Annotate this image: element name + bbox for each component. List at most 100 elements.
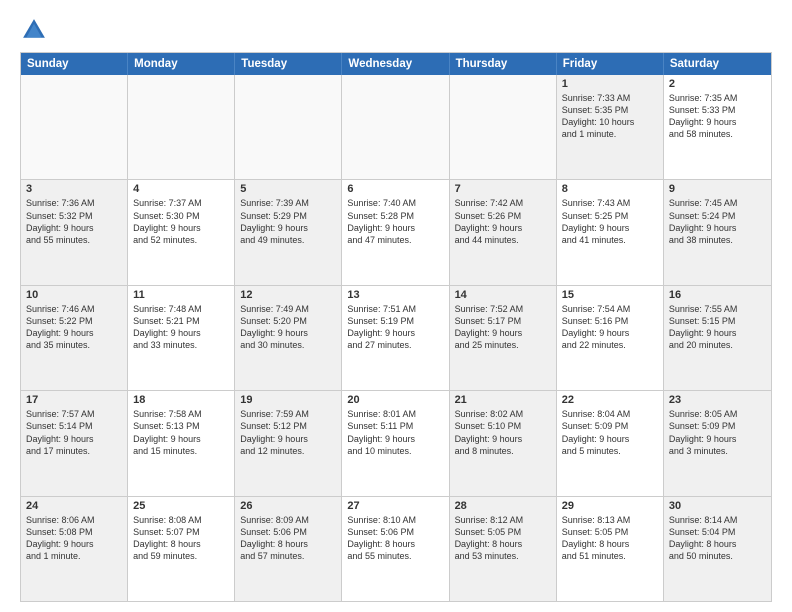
calendar-cell xyxy=(450,75,557,179)
cell-info: Sunrise: 7:52 AM Sunset: 5:17 PM Dayligh… xyxy=(455,303,551,352)
cell-info: Sunrise: 7:57 AM Sunset: 5:14 PM Dayligh… xyxy=(26,408,122,457)
calendar-cell: 29 Sunrise: 8:13 AM Sunset: 5:05 PM Dayli… xyxy=(557,497,664,601)
cell-info: Sunrise: 8:14 AM Sunset: 5:04 PM Dayligh… xyxy=(669,514,766,563)
day-number: 25 xyxy=(133,500,229,512)
calendar-cell: 11 Sunrise: 7:48 AM Sunset: 5:21 PM Dayli… xyxy=(128,286,235,390)
week-row-1: 1Sunrise: 7:33 AM Sunset: 5:35 PM Daylig… xyxy=(21,75,771,180)
day-number: 14 xyxy=(455,289,551,301)
cell-info: Sunrise: 7:42 AM Sunset: 5:26 PM Dayligh… xyxy=(455,197,551,246)
day-number: 20 xyxy=(347,394,443,406)
cell-info: Sunrise: 7:37 AM Sunset: 5:30 PM Dayligh… xyxy=(133,197,229,246)
page: SundayMondayTuesdayWednesdayThursdayFrid… xyxy=(0,0,792,612)
day-number: 10 xyxy=(26,289,122,301)
day-number: 18 xyxy=(133,394,229,406)
cell-info: Sunrise: 8:01 AM Sunset: 5:11 PM Dayligh… xyxy=(347,408,443,457)
calendar-cell: 9 Sunrise: 7:45 AM Sunset: 5:24 PM Daylig… xyxy=(664,180,771,284)
day-number: 4 xyxy=(133,183,229,195)
calendar-cell: 24Sunrise: 8:06 AM Sunset: 5:08 PM Dayli… xyxy=(21,497,128,601)
calendar-cell: 22Sunrise: 8:04 AM Sunset: 5:09 PM Dayli… xyxy=(557,391,664,495)
calendar-cell: 8 Sunrise: 7:43 AM Sunset: 5:25 PM Daylig… xyxy=(557,180,664,284)
week-row-5: 24Sunrise: 8:06 AM Sunset: 5:08 PM Dayli… xyxy=(21,497,771,601)
cell-info: Sunrise: 7:49 AM Sunset: 5:20 PM Dayligh… xyxy=(240,303,336,352)
day-number: 9 xyxy=(669,183,766,195)
cell-info: Sunrise: 7:39 AM Sunset: 5:29 PM Dayligh… xyxy=(240,197,336,246)
day-number: 17 xyxy=(26,394,122,406)
cell-info: Sunrise: 7:51 AM Sunset: 5:19 PM Dayligh… xyxy=(347,303,443,352)
cell-info: Sunrise: 7:35 AM Sunset: 5:33 PM Dayligh… xyxy=(669,92,766,141)
calendar-cell: 21 Sunrise: 8:02 AM Sunset: 5:10 PM Dayli… xyxy=(450,391,557,495)
cell-info: Sunrise: 7:58 AM Sunset: 5:13 PM Dayligh… xyxy=(133,408,229,457)
calendar-cell: 18 Sunrise: 7:58 AM Sunset: 5:13 PM Dayli… xyxy=(128,391,235,495)
calendar-cell: 14 Sunrise: 7:52 AM Sunset: 5:17 PM Dayli… xyxy=(450,286,557,390)
cell-info: Sunrise: 7:43 AM Sunset: 5:25 PM Dayligh… xyxy=(562,197,658,246)
cell-info: Sunrise: 8:09 AM Sunset: 5:06 PM Dayligh… xyxy=(240,514,336,563)
calendar-cell: 30 Sunrise: 8:14 AM Sunset: 5:04 PM Dayli… xyxy=(664,497,771,601)
header-day-saturday: Saturday xyxy=(664,53,771,75)
calendar-cell: 19Sunrise: 7:59 AM Sunset: 5:12 PM Dayli… xyxy=(235,391,342,495)
calendar-cell: 27 Sunrise: 8:10 AM Sunset: 5:06 PM Dayli… xyxy=(342,497,449,601)
calendar-cell: 1Sunrise: 7:33 AM Sunset: 5:35 PM Daylig… xyxy=(557,75,664,179)
day-number: 11 xyxy=(133,289,229,301)
day-number: 26 xyxy=(240,500,336,512)
cell-info: Sunrise: 8:08 AM Sunset: 5:07 PM Dayligh… xyxy=(133,514,229,563)
day-number: 3 xyxy=(26,183,122,195)
calendar-cell: 7 Sunrise: 7:42 AM Sunset: 5:26 PM Daylig… xyxy=(450,180,557,284)
cell-info: Sunrise: 8:05 AM Sunset: 5:09 PM Dayligh… xyxy=(669,408,766,457)
calendar-cell: 20 Sunrise: 8:01 AM Sunset: 5:11 PM Dayli… xyxy=(342,391,449,495)
day-number: 8 xyxy=(562,183,658,195)
day-number: 23 xyxy=(669,394,766,406)
day-number: 21 xyxy=(455,394,551,406)
day-number: 5 xyxy=(240,183,336,195)
calendar-cell: 16 Sunrise: 7:55 AM Sunset: 5:15 PM Dayli… xyxy=(664,286,771,390)
calendar-cell: 2 Sunrise: 7:35 AM Sunset: 5:33 PM Daylig… xyxy=(664,75,771,179)
cell-info: Sunrise: 7:40 AM Sunset: 5:28 PM Dayligh… xyxy=(347,197,443,246)
cell-info: Sunrise: 7:54 AM Sunset: 5:16 PM Dayligh… xyxy=(562,303,658,352)
cell-info: Sunrise: 8:02 AM Sunset: 5:10 PM Dayligh… xyxy=(455,408,551,457)
week-row-3: 10 Sunrise: 7:46 AM Sunset: 5:22 PM Dayli… xyxy=(21,286,771,391)
calendar-cell: 5 Sunrise: 7:39 AM Sunset: 5:29 PM Daylig… xyxy=(235,180,342,284)
calendar-body: 1Sunrise: 7:33 AM Sunset: 5:35 PM Daylig… xyxy=(21,75,771,601)
cell-info: Sunrise: 7:48 AM Sunset: 5:21 PM Dayligh… xyxy=(133,303,229,352)
calendar-cell xyxy=(235,75,342,179)
calendar-cell: 15Sunrise: 7:54 AM Sunset: 5:16 PM Dayli… xyxy=(557,286,664,390)
cell-info: Sunrise: 7:36 AM Sunset: 5:32 PM Dayligh… xyxy=(26,197,122,246)
calendar-cell: 4 Sunrise: 7:37 AM Sunset: 5:30 PM Daylig… xyxy=(128,180,235,284)
cell-info: Sunrise: 7:45 AM Sunset: 5:24 PM Dayligh… xyxy=(669,197,766,246)
day-number: 29 xyxy=(562,500,658,512)
calendar-cell xyxy=(342,75,449,179)
header-day-wednesday: Wednesday xyxy=(342,53,449,75)
header-day-thursday: Thursday xyxy=(450,53,557,75)
day-number: 1 xyxy=(562,78,658,90)
calendar-cell: 28 Sunrise: 8:12 AM Sunset: 5:05 PM Dayli… xyxy=(450,497,557,601)
cell-info: Sunrise: 8:10 AM Sunset: 5:06 PM Dayligh… xyxy=(347,514,443,563)
header-day-sunday: Sunday xyxy=(21,53,128,75)
cell-info: Sunrise: 8:06 AM Sunset: 5:08 PM Dayligh… xyxy=(26,514,122,563)
header xyxy=(20,16,772,44)
calendar-cell: 12Sunrise: 7:49 AM Sunset: 5:20 PM Dayli… xyxy=(235,286,342,390)
calendar-cell: 17 Sunrise: 7:57 AM Sunset: 5:14 PM Dayli… xyxy=(21,391,128,495)
header-day-friday: Friday xyxy=(557,53,664,75)
day-number: 7 xyxy=(455,183,551,195)
header-day-monday: Monday xyxy=(128,53,235,75)
calendar-cell: 23 Sunrise: 8:05 AM Sunset: 5:09 PM Dayli… xyxy=(664,391,771,495)
calendar-cell xyxy=(128,75,235,179)
day-number: 30 xyxy=(669,500,766,512)
week-row-2: 3 Sunrise: 7:36 AM Sunset: 5:32 PM Daylig… xyxy=(21,180,771,285)
day-number: 13 xyxy=(347,289,443,301)
day-number: 2 xyxy=(669,78,766,90)
header-day-tuesday: Tuesday xyxy=(235,53,342,75)
cell-info: Sunrise: 7:55 AM Sunset: 5:15 PM Dayligh… xyxy=(669,303,766,352)
day-number: 27 xyxy=(347,500,443,512)
calendar-cell xyxy=(21,75,128,179)
day-number: 28 xyxy=(455,500,551,512)
calendar-header: SundayMondayTuesdayWednesdayThursdayFrid… xyxy=(21,53,771,75)
day-number: 16 xyxy=(669,289,766,301)
logo-icon xyxy=(20,16,48,44)
calendar-cell: 10 Sunrise: 7:46 AM Sunset: 5:22 PM Dayli… xyxy=(21,286,128,390)
cell-info: Sunrise: 8:12 AM Sunset: 5:05 PM Dayligh… xyxy=(455,514,551,563)
cell-info: Sunrise: 8:13 AM Sunset: 5:05 PM Dayligh… xyxy=(562,514,658,563)
calendar-cell: 13 Sunrise: 7:51 AM Sunset: 5:19 PM Dayli… xyxy=(342,286,449,390)
cell-info: Sunrise: 7:46 AM Sunset: 5:22 PM Dayligh… xyxy=(26,303,122,352)
calendar-cell: 26 Sunrise: 8:09 AM Sunset: 5:06 PM Dayli… xyxy=(235,497,342,601)
logo xyxy=(20,16,52,44)
